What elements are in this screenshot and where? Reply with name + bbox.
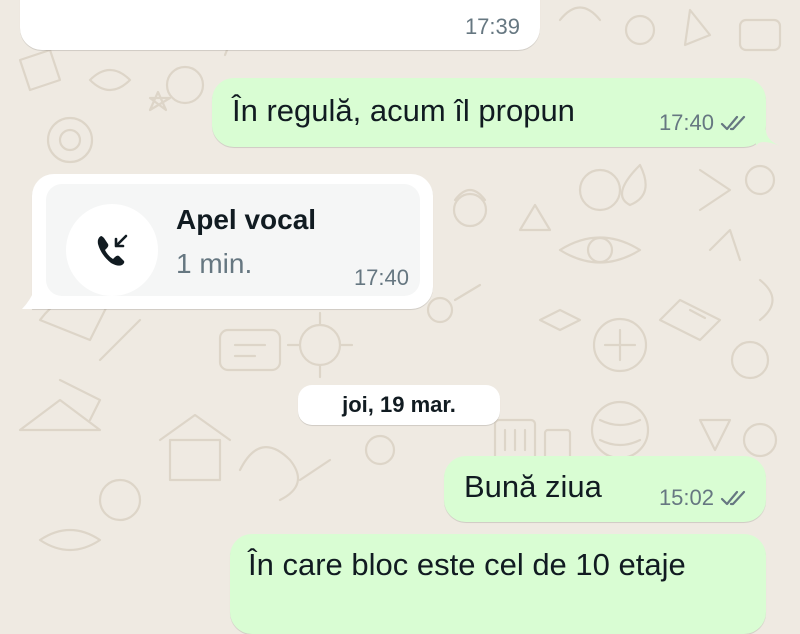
outgoing-message-bubble[interactable]: În care bloc este cel de 10 etaje [230,534,766,634]
call-icon-circle [66,204,158,296]
call-duration: 1 min. [176,248,253,279]
call-title: Apel vocal [176,204,317,235]
message-timestamp: 17:39 [464,14,520,39]
message-timestamp: 17:40 [353,265,409,290]
outgoing-message-bubble[interactable]: Bună ziua 15:02 [444,456,766,522]
message-timestamp: 17:40 [658,110,714,135]
incoming-message-bubble[interactable]: 17:39 [20,0,540,50]
incoming-call-icon [97,234,128,266]
message-timestamp: 15:02 [658,485,714,510]
message-text: În care bloc este cel de 10 etaje [248,547,686,582]
message-text: Bună ziua [464,469,602,504]
message-text: În regulă, acum îl propun [232,93,575,128]
outgoing-message-bubble[interactable]: În regulă, acum îl propun 17:40 [212,78,766,147]
voice-call-bubble[interactable]: Apel vocal 1 min. 17:40 [32,174,433,309]
bubble-tail [22,287,36,309]
chat-screen: { "messages": [ { "direction": "incoming… [0,0,800,634]
date-separator: joi, 19 mar. [298,385,500,425]
double-check-read-icon [720,490,746,506]
bubble-tail [756,130,780,146]
double-check-read-icon [720,115,746,131]
